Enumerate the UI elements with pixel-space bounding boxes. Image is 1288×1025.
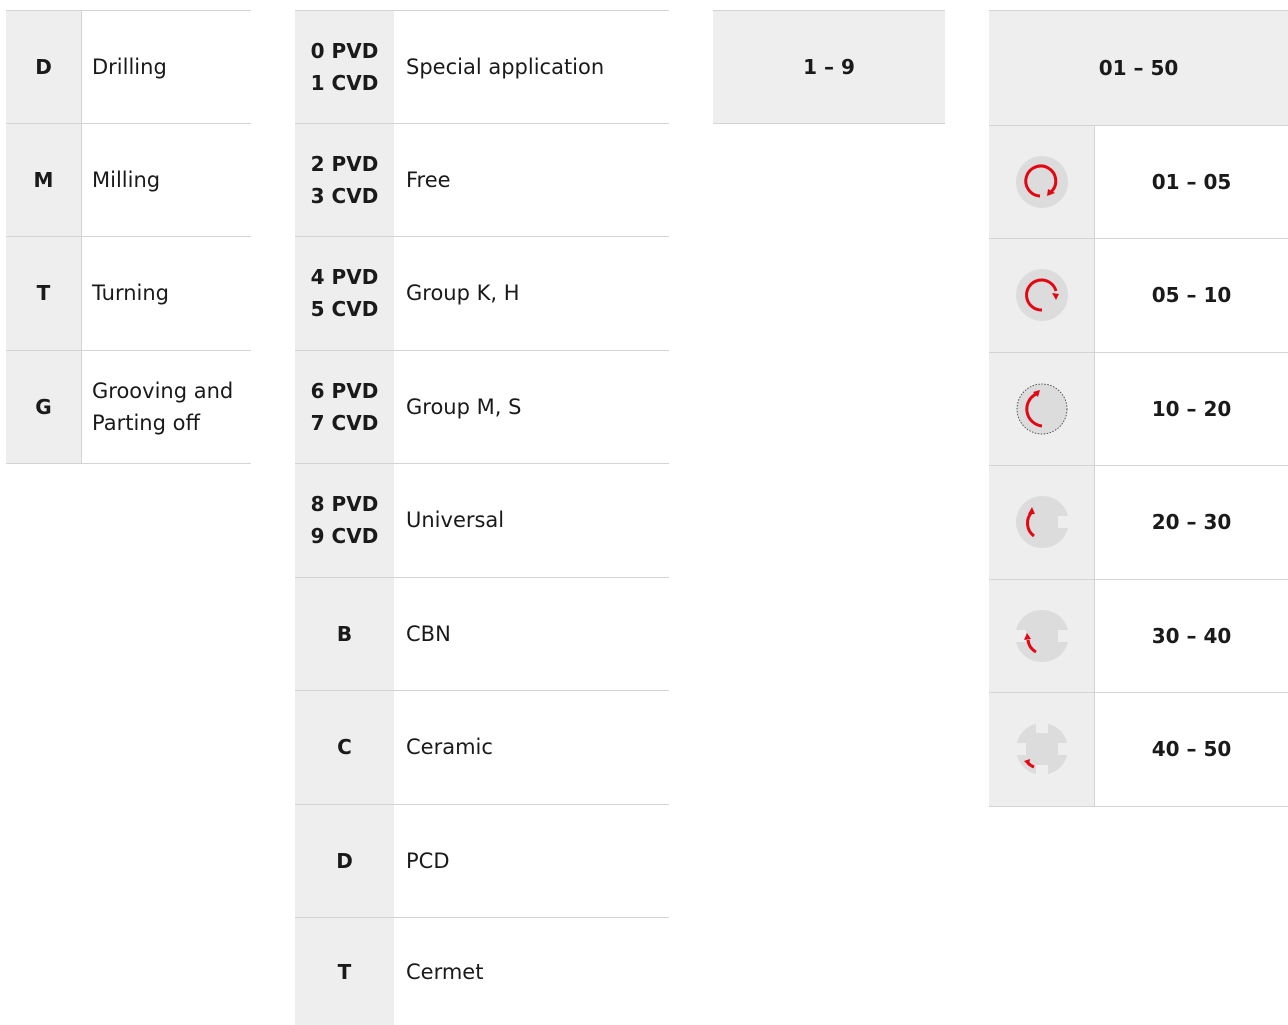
cut-range: 05 – 10 [1151,283,1232,308]
cut-range: 01 – 05 [1151,169,1232,194]
application-code: T [6,237,82,350]
table-row: 40 – 50 [989,693,1288,807]
table-row: 6 PVD 7 CVD Group M, S [295,350,669,464]
grade-label: Cermet [406,959,484,984]
application-label: Drilling [92,54,167,79]
grade-code: 2 PVD 3 CVD [295,123,394,236]
grade-code-line-2: 9 CVD [310,524,379,549]
interrupted-cut-icon [1015,496,1068,549]
grade-code-line-2: 3 CVD [310,183,379,208]
cut-range: 20 – 30 [1151,510,1232,535]
grade-code-line-1: 8 PVD [310,492,379,517]
grade-code-line-1: 0 PVD [310,38,379,63]
severe-interrupted-cut-icon [1016,724,1067,775]
grade-code-line-1: 6 PVD [310,378,379,403]
grade-code: 0 PVD 1 CVD [295,11,394,123]
table-row: 05 – 10 [989,239,1288,353]
grade-code-line-1: 4 PVD [310,265,379,290]
application-code: D [6,11,82,123]
table-row: 30 – 40 [989,579,1288,693]
table-row: 20 – 30 [989,466,1288,580]
grade-label: Free [406,167,451,192]
grade-code: 6 PVD 7 CVD [295,350,394,463]
table-row: 10 – 20 [989,352,1288,466]
grade-label: Universal [406,508,505,533]
application-code: M [6,123,82,236]
table-row: C Ceramic [295,691,669,805]
grade-code: T [295,918,394,1025]
grade-label: CBN [406,621,451,646]
heavy-interrupted-cut-icon [1015,609,1068,662]
application-label: Grooving and Parting off [92,378,234,435]
table-row: D Drilling [6,10,251,124]
table-row: D PCD [295,804,669,918]
small-range-table: 1 – 9 [713,10,945,124]
application-label: Turning [92,281,169,306]
small-range-header: 1 – 9 [713,10,945,124]
table-row: T Cermet [295,918,669,1025]
large-range-table: 01 – 50 01 – 05 05 – 10 10 – 20 20 – 30 … [989,10,1288,807]
table-row: G Grooving and Parting off [6,350,251,464]
grade-code-line-2: 1 CVD [310,70,379,95]
large-range-body: 01 – 05 05 – 10 10 – 20 20 – 30 30 – 40 … [989,125,1288,807]
grade-code: 4 PVD 5 CVD [295,237,394,350]
table-row: 01 – 05 [989,125,1288,239]
cut-range: 30 – 40 [1151,623,1232,648]
cut-range: 40 – 50 [1151,737,1232,762]
grade-label: Group K, H [406,281,520,306]
application-code: G [6,350,82,463]
cut-range: 10 – 20 [1151,396,1232,421]
grade-code-line-1: 2 PVD [310,151,379,176]
table-row: 0 PVD 1 CVD Special application [295,10,669,124]
grade-code: D [295,804,394,917]
table-row: T Turning [6,237,251,351]
table-row: B CBN [295,577,669,691]
grade-label: Special application [406,54,605,79]
three-quarter-cut-rotation-icon [1015,269,1068,322]
table-row: 4 PVD 5 CVD Group K, H [295,237,669,351]
grade-table: 0 PVD 1 CVD Special application 2 PVD 3 CV… [295,10,669,1025]
grade-code-line-2: 7 CVD [310,410,379,435]
grade-code: 8 PVD 9 CVD [295,464,394,577]
half-cut-rotation-icon [1016,383,1067,435]
grade-label: PCD [406,848,450,873]
grade-code: C [295,691,394,804]
full-cut-rotation-icon [1015,155,1068,208]
grade-code: B [295,577,394,690]
table-row: M Milling [6,123,251,237]
grade-label: Ceramic [406,735,493,760]
application-table: D Drilling M Milling T Turning G Groovin… [6,10,251,464]
table-row: 2 PVD 3 CVD Free [295,123,669,237]
large-range-header: 01 – 50 [989,10,1288,126]
grade-label: Group M, S [406,394,522,419]
table-row: 8 PVD 9 CVD Universal [295,464,669,578]
grade-code-line-2: 5 CVD [310,297,379,322]
application-label: Milling [92,167,161,192]
